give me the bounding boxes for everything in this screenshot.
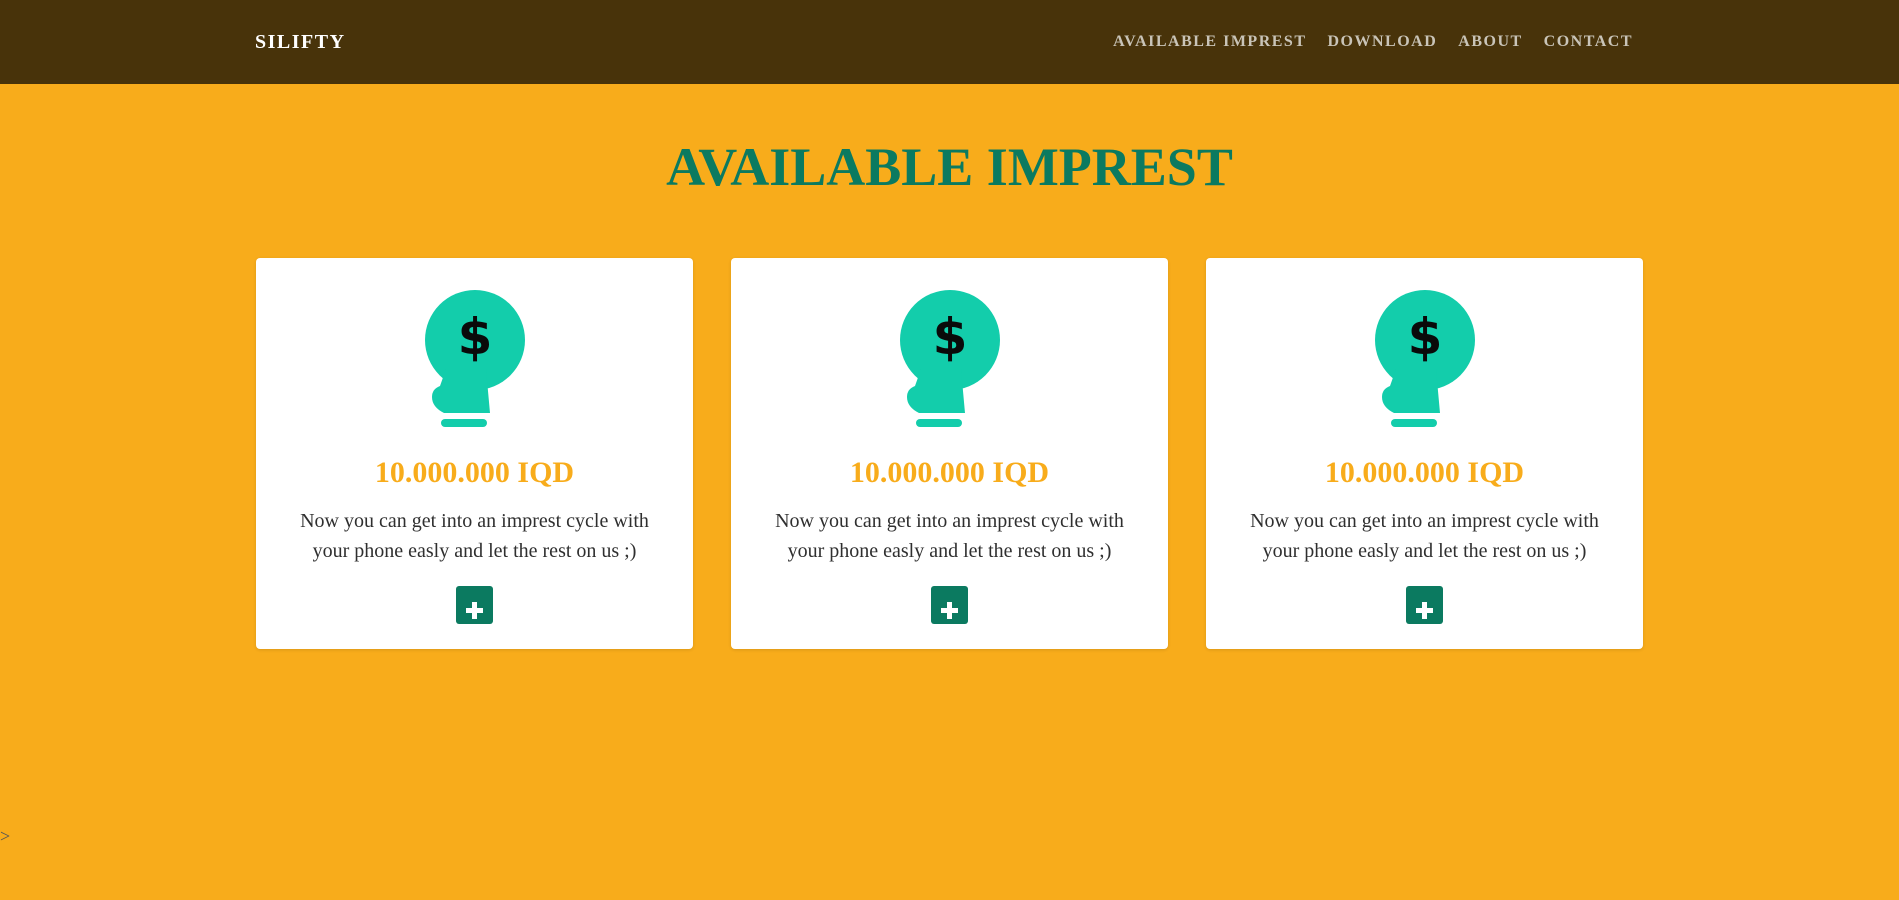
idea-dollar-icon: $ (899, 289, 1001, 429)
plus-icon (466, 601, 483, 619)
nav-link-available-imprest[interactable]: AVAILABLE IMPREST (1113, 32, 1306, 52)
nav-link-download[interactable]: DOWNLOAD (1327, 32, 1437, 52)
plus-icon (1416, 601, 1433, 619)
add-button[interactable] (931, 586, 968, 624)
svg-text:$: $ (933, 308, 968, 366)
idea-dollar-icon: $ (1374, 289, 1476, 429)
imprest-card: $ 10.000.000 IQD Now you can get into an… (1206, 258, 1643, 649)
card-amount: 10.000.000 IQD (849, 456, 1050, 489)
card-amount: 10.000.000 IQD (374, 456, 575, 489)
idea-dollar-icon: $ (424, 289, 526, 429)
brand-logo[interactable]: SILIFTY (255, 30, 346, 54)
nav-link-about[interactable]: ABOUT (1458, 32, 1522, 52)
svg-text:$: $ (1408, 308, 1443, 366)
stray-text: > (0, 826, 11, 846)
card-description: Now you can get into an imprest cycle wi… (300, 510, 649, 562)
card-amount: 10.000.000 IQD (1324, 456, 1525, 489)
navbar: SILIFTY AVAILABLE IMPREST DOWNLOAD ABOUT… (0, 0, 1899, 84)
imprest-card: $ 10.000.000 IQD Now you can get into an… (256, 258, 693, 649)
nav-links: AVAILABLE IMPREST DOWNLOAD ABOUT CONTACT (1113, 32, 1633, 52)
nav-link-contact[interactable]: CONTACT (1544, 32, 1633, 52)
add-button[interactable] (1406, 586, 1443, 624)
page-title: AVAILABLE IMPREST (666, 137, 1233, 197)
card-description: Now you can get into an imprest cycle wi… (1250, 510, 1599, 562)
card-description: Now you can get into an imprest cycle wi… (775, 510, 1124, 562)
add-button[interactable] (456, 586, 493, 624)
svg-text:$: $ (458, 308, 493, 366)
imprest-card: $ 10.000.000 IQD Now you can get into an… (731, 258, 1168, 649)
plus-icon (941, 601, 958, 619)
